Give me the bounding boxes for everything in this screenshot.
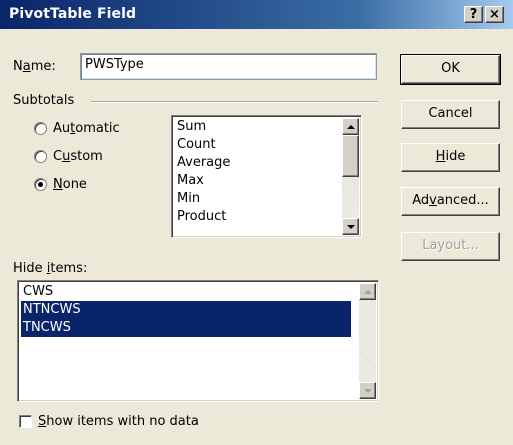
- scroll-down-button[interactable]: [342, 218, 359, 235]
- name-field-value: PWSType: [85, 57, 144, 72]
- radio-custom[interactable]: Custom: [34, 149, 103, 164]
- show-items-no-data-checkbox[interactable]: Show items with no data: [19, 414, 199, 429]
- layout-button[interactable]: Layout...: [401, 232, 500, 261]
- show-items-no-data-label: Show items with no data: [38, 414, 199, 429]
- subtotal-functions-list[interactable]: Sum Count Average Max Min Product: [171, 115, 362, 238]
- cancel-button[interactable]: Cancel: [401, 100, 500, 129]
- window-title: PivotTable Field: [9, 6, 137, 22]
- scroll-up-button[interactable]: [342, 118, 359, 135]
- hide-button[interactable]: Hide: [401, 143, 500, 172]
- list-item[interactable]: CWS: [21, 283, 351, 301]
- scroll-down-button[interactable]: [359, 382, 376, 399]
- hide-items-label: Hide items:: [13, 261, 88, 276]
- subtotals-group-label: Subtotals: [13, 93, 75, 108]
- hide-items-scrollbar[interactable]: [359, 283, 376, 399]
- list-item[interactable]: Average: [175, 154, 230, 172]
- list-item[interactable]: Sum: [175, 118, 206, 136]
- help-icon: ?: [469, 7, 478, 22]
- radio-automatic[interactable]: Automatic: [34, 121, 120, 136]
- checkbox-indicator[interactable]: [19, 415, 32, 428]
- pivottable-field-dialog: PivotTable Field ? × Name: PWSType Subto…: [0, 0, 513, 445]
- radio-custom-label: Custom: [53, 149, 103, 164]
- list-item[interactable]: Product: [175, 208, 226, 226]
- radio-custom-indicator[interactable]: [34, 150, 47, 163]
- help-button[interactable]: ?: [464, 6, 483, 23]
- ok-button[interactable]: OK: [400, 54, 501, 85]
- name-label: Name:: [13, 59, 56, 74]
- radio-automatic-label: Automatic: [53, 121, 120, 136]
- radio-none-indicator[interactable]: [34, 178, 47, 191]
- list-item[interactable]: Count: [175, 136, 216, 154]
- scroll-thumb[interactable]: [342, 135, 359, 177]
- hide-items-list[interactable]: CWS NTNCWS TNCWS: [17, 280, 379, 402]
- list-item[interactable]: TNCWS: [21, 319, 351, 337]
- radio-automatic-indicator[interactable]: [34, 122, 47, 135]
- advanced-button[interactable]: Advanced...: [401, 187, 500, 216]
- chevron-up-icon: [346, 124, 355, 129]
- list-item[interactable]: Min: [175, 190, 200, 208]
- chevron-down-icon: [346, 224, 355, 229]
- name-field[interactable]: PWSType: [80, 53, 377, 80]
- list-item[interactable]: NTNCWS: [21, 301, 351, 319]
- subtotals-group-divider: [91, 101, 378, 103]
- chevron-down-icon: [363, 388, 372, 393]
- radio-none[interactable]: None: [34, 177, 87, 192]
- list-item[interactable]: Max: [175, 172, 204, 190]
- close-icon: ×: [489, 7, 500, 22]
- radio-none-label: None: [53, 177, 87, 192]
- close-button[interactable]: ×: [485, 6, 504, 23]
- chevron-up-icon: [363, 289, 372, 294]
- scroll-up-button[interactable]: [359, 283, 376, 300]
- title-bar[interactable]: PivotTable Field ? ×: [0, 0, 513, 29]
- functions-scrollbar[interactable]: [342, 118, 359, 235]
